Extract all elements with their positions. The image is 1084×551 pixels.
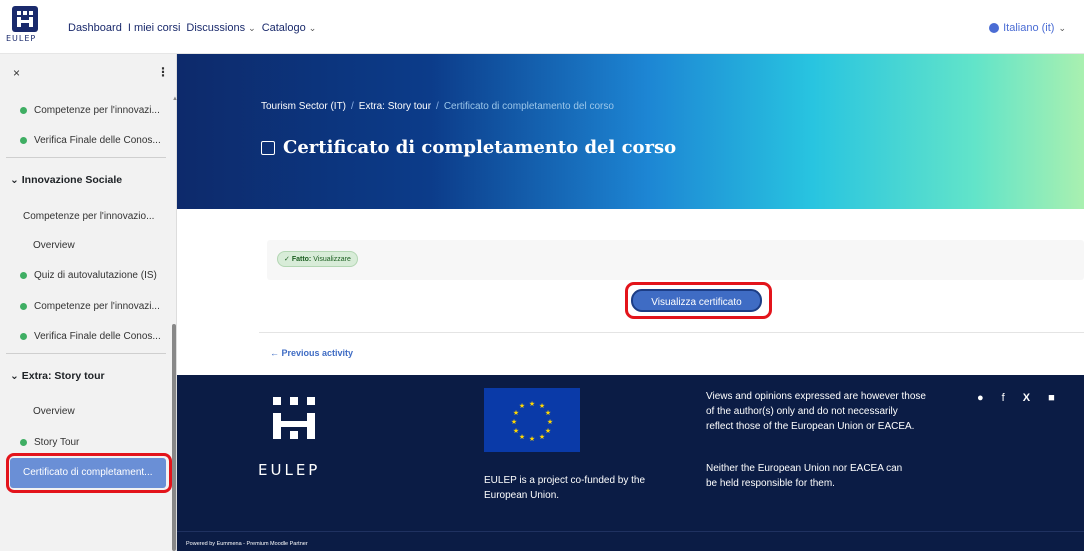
status-text: Visualizzare <box>313 256 351 263</box>
sidebar-item-label: Overview <box>33 406 75 417</box>
completion-status-badge: ✓ Fatto: Visualizzare <box>277 251 358 267</box>
sidebar-item-label: Verifica Finale delle Conos... <box>34 135 161 146</box>
status-prefix: Fatto: <box>291 256 312 263</box>
divider <box>259 332 1084 333</box>
divider <box>6 353 166 354</box>
kebab-menu-icon[interactable]: ⋮ <box>157 65 169 79</box>
sidebar-item[interactable]: Competenze per l'innovazi... <box>20 301 160 312</box>
globe-icon <box>989 23 1000 33</box>
site-footer: EULEP ★ ★ ★ ★ ★ ★ ★ ★ ★ ★ ★ ★ EULEP is a project… <box>177 375 1084 551</box>
sidebar-item[interactable]: Verifica Finale delle Conos... <box>20 331 161 342</box>
svg-text:★: ★ <box>529 435 535 443</box>
highlight-annotation-sidebar <box>6 453 172 493</box>
sidebar-item-label: Competenze per l'innovazi... <box>34 301 160 312</box>
sidebar-item-label: Story Tour <box>34 437 80 448</box>
disclaimer-text: Views and opinions expressed are however… <box>706 391 926 432</box>
nav-discussions[interactable]: Discussions ⌄ <box>186 22 255 34</box>
sidebar-item[interactable]: Quiz di autovalutazione (IS) <box>20 270 157 281</box>
footer-divider <box>177 531 1084 532</box>
nav-catalog[interactable]: Catalogo ⌄ <box>262 22 317 34</box>
page-title-text: Certificato di completamento del corso <box>283 137 677 158</box>
sidebar-header: × ⋮ <box>0 54 177 88</box>
certificate-icon <box>261 140 275 155</box>
close-icon[interactable]: × <box>13 66 20 80</box>
svg-text:★: ★ <box>513 409 519 417</box>
footer-eulep-logo-icon <box>271 395 317 441</box>
nav-discussions-label: Discussions <box>186 22 246 34</box>
breadcrumb: Tourism Sector (IT) / Extra: Story tour / Ce… <box>261 101 614 112</box>
chevron-down-icon: ⌄ <box>10 370 19 382</box>
check-icon: ✓ <box>284 256 290 263</box>
sidebar-item-label: Verifica Finale delle Conos... <box>34 331 161 342</box>
page-header-banner: Tourism Sector (IT) / Extra: Story tour / Ce… <box>177 54 1084 209</box>
globe-icon[interactable]: ● <box>977 392 984 404</box>
sidebar-item[interactable]: Competenze per l'innovazio... <box>23 211 154 222</box>
top-navbar: EULEP Dashboard I miei corsi Discussions… <box>0 0 1084 54</box>
section-extra-story-tour[interactable]: ⌄ Extra: Story tour <box>10 370 105 382</box>
svg-text:★: ★ <box>529 400 535 408</box>
sidebar-item[interactable]: Verifica Finale delle Conos... <box>20 135 161 146</box>
svg-text:★: ★ <box>539 433 545 441</box>
section-title: Innovazione Sociale <box>21 174 123 186</box>
footer-logo-text: EULEP <box>258 461 321 479</box>
chevron-down-icon: ⌄ <box>1058 22 1066 33</box>
sidebar-item[interactable]: Competenze per l'innovazi... <box>20 105 160 116</box>
disclaimer-text-2: Neither the European Union nor EACEA can… <box>706 463 903 489</box>
sidebar-item-label: Quiz di autovalutazione (IS) <box>34 270 157 281</box>
sidebar-item[interactable]: Overview <box>33 406 75 417</box>
sidebar-item[interactable]: Overview <box>33 240 75 251</box>
activity-info-panel <box>267 240 1084 280</box>
divider <box>6 157 166 158</box>
x-icon[interactable]: X <box>1023 392 1030 404</box>
previous-activity-link[interactable]: ← Previous activity <box>270 348 353 358</box>
breadcrumb-current: Certificato di completamento del corso <box>443 101 614 112</box>
section-title: Extra: Story tour <box>21 370 105 382</box>
completed-dot-icon <box>20 438 27 446</box>
completed-dot-icon <box>20 106 27 114</box>
svg-text:★: ★ <box>519 402 525 410</box>
breadcrumb-separator: / <box>351 101 354 112</box>
breadcrumb-course[interactable]: Tourism Sector (IT) <box>261 101 346 112</box>
eulep-logo[interactable]: EULEP <box>6 6 46 48</box>
page-title: Certificato di completamento del corso <box>261 137 676 158</box>
sidebar-item-label: Competenze per l'innovazio... <box>23 211 155 222</box>
highlight-annotation-button <box>625 282 772 319</box>
linkedin-icon[interactable]: ■ <box>1048 392 1055 404</box>
completed-dot-icon <box>20 332 27 340</box>
sidebar-scrollbar[interactable] <box>172 324 176 551</box>
main-nav: Dashboard I miei corsi Discussions ⌄ Cat… <box>68 22 316 34</box>
powered-by-text[interactable]: Powered by Eummena - Premium Moodle Part… <box>186 541 308 547</box>
svg-text:★: ★ <box>547 418 553 426</box>
eulep-logo-icon <box>12 6 38 32</box>
svg-text:★: ★ <box>513 427 519 435</box>
sidebar-item[interactable]: Story Tour <box>20 437 79 448</box>
sidebar-item-label: Overview <box>33 240 75 251</box>
facebook-icon[interactable]: f <box>1002 392 1005 404</box>
sidebar-item-label: Competenze per l'innovazi... <box>34 105 160 116</box>
svg-text:★: ★ <box>511 418 517 426</box>
language-label: Italiano (it) <box>1003 22 1055 34</box>
social-links: ● f X ■ <box>977 392 1055 404</box>
breadcrumb-section[interactable]: Extra: Story tour <box>359 101 431 112</box>
svg-text:★: ★ <box>519 433 525 441</box>
nav-dashboard[interactable]: Dashboard <box>68 22 122 34</box>
eu-flag-icon: ★ ★ ★ ★ ★ ★ ★ ★ ★ ★ ★ ★ <box>484 388 580 452</box>
completed-dot-icon <box>20 302 27 310</box>
completed-dot-icon <box>20 136 27 144</box>
logo-text: EULEP <box>6 34 37 43</box>
section-innovazione-sociale[interactable]: ⌄ Innovazione Sociale <box>10 174 122 186</box>
nav-my-courses[interactable]: I miei corsi <box>128 22 181 34</box>
svg-text:★: ★ <box>545 427 551 435</box>
nav-catalog-label: Catalogo <box>261 22 306 34</box>
completed-dot-icon <box>20 271 27 279</box>
chevron-down-icon: ⌄ <box>308 23 317 33</box>
svg-text:★: ★ <box>545 409 551 417</box>
chevron-down-icon: ⌄ <box>248 23 256 33</box>
chevron-down-icon: ⌄ <box>10 174 19 186</box>
eu-funding-text: EULEP is a project co-funded by the Euro… <box>484 475 646 501</box>
language-selector[interactable]: Italiano (it) ⌄ <box>989 22 1066 34</box>
breadcrumb-separator: / <box>436 101 439 112</box>
